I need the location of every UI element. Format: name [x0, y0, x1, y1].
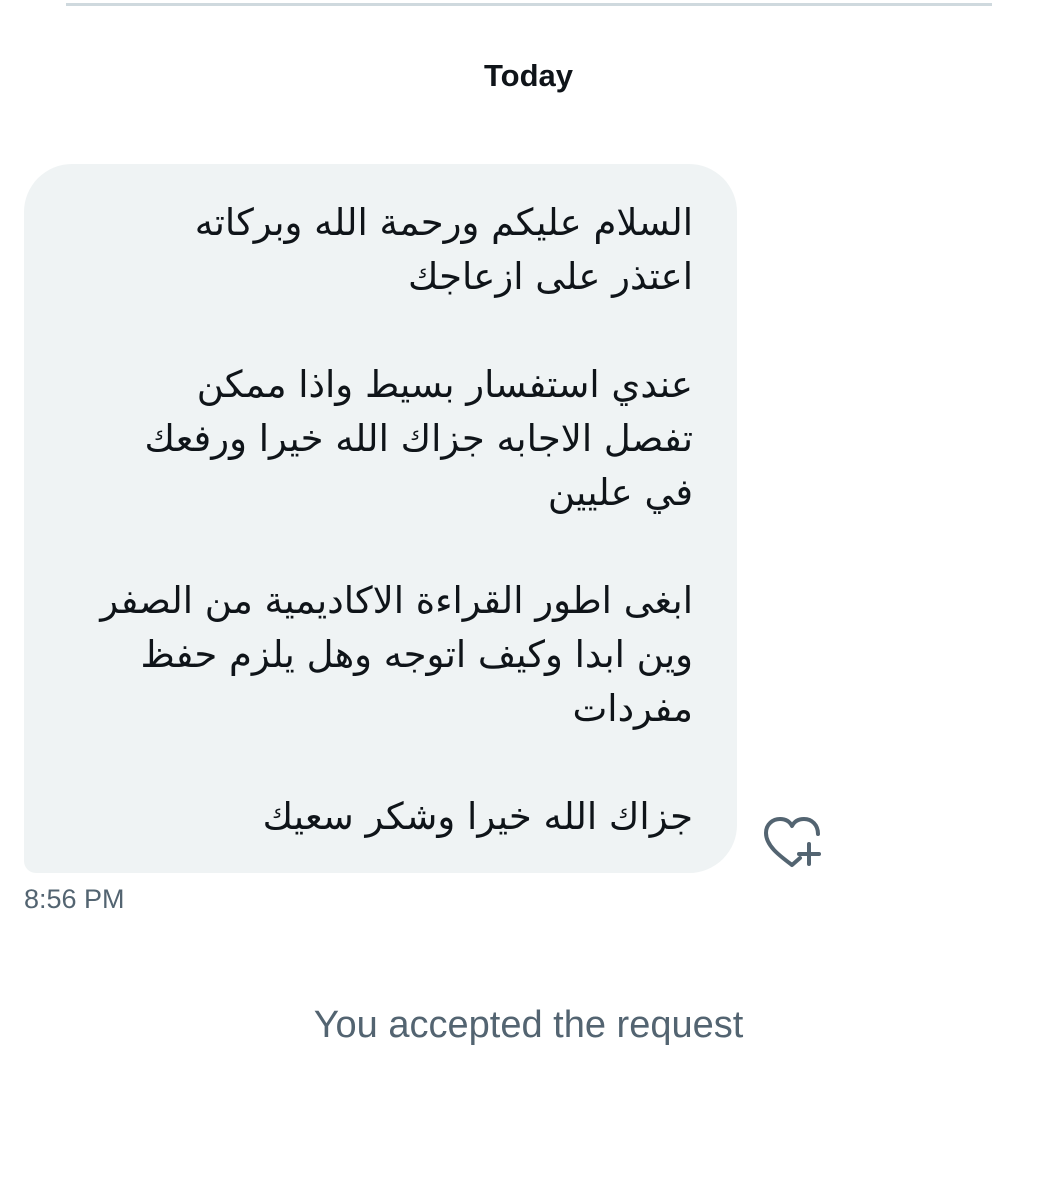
message-line: جزاك الله خيرا وشكر سعيك	[262, 795, 693, 838]
message-line: ابغى اطور القراءة الاكاديمية من الصفر	[100, 579, 693, 622]
dm-conversation: Today السلام عليكم ورحمة الله وبركاته اع…	[0, 0, 1057, 1200]
message-timestamp: 8:56 PM	[24, 884, 125, 914]
day-separator: Today	[484, 58, 573, 93]
message-bubble[interactable]: السلام عليكم ورحمة الله وبركاته اعتذر عل…	[24, 164, 737, 873]
message-paragraph: جزاك الله خيرا وشكر سعيك	[64, 790, 693, 844]
top-divider	[66, 3, 992, 6]
message-paragraph: السلام عليكم ورحمة الله وبركاته اعتذر عل…	[64, 196, 693, 304]
message-line: اعتذر على ازعاجك	[407, 255, 693, 298]
heart-plus-icon	[764, 817, 821, 867]
message-paragraph: عندي استفسار بسيط واذا ممكن تفصل الاجابه…	[64, 358, 693, 520]
message-line: وين ابدا وكيف اتوجه وهل يلزم حفظ	[140, 633, 693, 676]
message-line: السلام عليكم ورحمة الله وبركاته	[194, 201, 693, 244]
message-line: في عليين	[547, 471, 693, 514]
request-accepted-note: You accepted the request	[313, 1004, 744, 1046]
message-line: تفصل الاجابه جزاك الله خيرا ورفعك	[144, 417, 693, 460]
message-line: عندي استفسار بسيط واذا ممكن	[196, 363, 693, 406]
message-text: السلام عليكم ورحمة الله وبركاته اعتذر عل…	[64, 196, 693, 844]
add-reaction-button[interactable]	[762, 814, 822, 870]
message-line: مفردات	[572, 687, 693, 730]
message-paragraph: ابغى اطور القراءة الاكاديمية من الصفر وي…	[64, 574, 693, 736]
